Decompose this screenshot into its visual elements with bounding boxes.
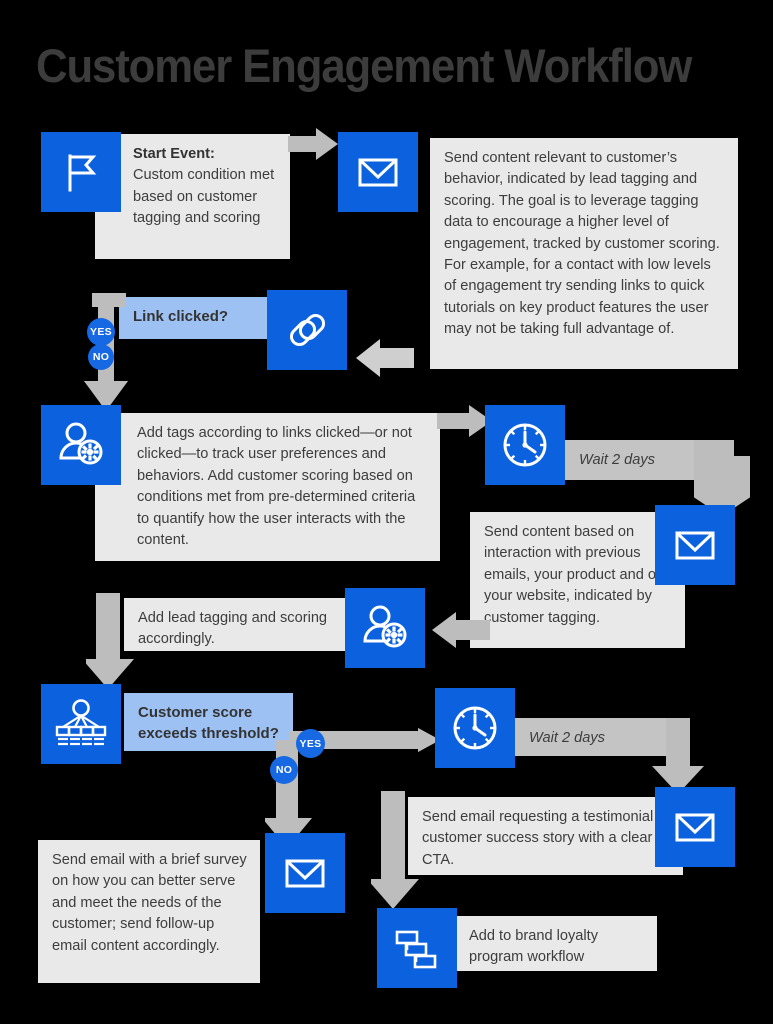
badge-no-link-clicked: NO [88,344,114,370]
brand-loyalty-text: Add to brand loyalty program workflow [455,916,657,971]
segmentation-icon [54,697,108,751]
wait-1-label: Wait 2 days [579,452,655,468]
workflow-diagram: Customer Engagement Workflow Start Event… [0,0,773,1024]
start-event-text: Start Event: Custom condition met based … [95,134,290,259]
clock-icon [499,419,551,471]
customer-score-label: Customer score exceeds threshold? [138,704,279,742]
arrow-email-to-link [356,339,414,377]
page-title: Customer Engagement Workflow [36,39,692,92]
send-content-interaction-body: Send content based on interaction with p… [484,524,665,626]
link-clicked-decision[interactable]: Link clicked? [119,297,270,339]
user-gear-icon [55,419,107,471]
badge-no-customer-score: NO [270,756,298,784]
send-content-interaction-text: Send content based on interaction with p… [470,512,685,648]
add-lead-tagging-text: Add lead tagging and scoring accordingly… [124,598,359,651]
user-gear-icon [359,602,411,654]
envelope-icon [670,520,720,570]
badge-yes-customer-score: YES [296,729,325,758]
start-event-heading: Start Event: [133,146,215,162]
send-content-behavior-text: Send content relevant to customer’s beha… [430,138,738,369]
send-survey-text: Send email with a brief survey on how yo… [38,840,260,983]
send-testimonial-icon-box[interactable] [655,787,735,867]
arrow-wait2-down [650,718,706,796]
flag-icon [57,148,105,196]
customer-score-icon-box[interactable] [41,684,121,764]
add-lead-tagging-icon-box[interactable] [345,588,425,668]
arrow-leadtag-down [86,593,138,691]
arrow-interaction-to-leadtag [432,612,490,648]
add-tags-icon-box[interactable] [41,405,121,485]
arrow-start-to-email [288,128,338,164]
send-content-interaction-icon-box[interactable] [655,505,735,585]
envelope-icon [280,848,330,898]
workflow-icon [392,923,442,973]
clock-icon [449,702,501,754]
wait-2-icon-box[interactable] [435,688,515,768]
send-survey-body: Send email with a brief survey on how yo… [52,852,247,954]
send-testimonial-text: Send email requesting a testimonial or c… [408,797,683,875]
link-icon [282,305,332,355]
link-clicked-icon-box[interactable] [267,290,347,370]
send-survey-icon-box[interactable] [265,833,345,913]
envelope-icon [670,802,720,852]
link-clicked-label: Link clicked? [133,308,229,325]
add-tags-body: Add tags according to links clicked—or n… [137,425,416,549]
wait-2-label: Wait 2 days [529,730,605,746]
start-event-icon-box[interactable] [41,132,121,212]
send-testimonial-body: Send email requesting a testimonial or c… [422,809,671,868]
arrow-addtags-to-wait1 [437,405,492,441]
arrow-testimonial-down [371,791,423,911]
badge-yes-link-clicked: YES [87,318,115,346]
envelope-icon [353,147,403,197]
wait-1-icon-box[interactable] [485,405,565,485]
brand-loyalty-icon-box[interactable] [377,908,457,988]
add-lead-tagging-body: Add lead tagging and scoring accordingly… [138,610,328,648]
brand-loyalty-body: Add to brand loyalty program workflow [469,928,598,966]
add-tags-text: Add tags according to links clicked—or n… [95,413,440,561]
start-event-body: Custom condition met based on customer t… [133,167,275,227]
send-content-behavior-icon-box[interactable] [338,132,418,212]
send-content-behavior-body: Send content relevant to customer’s beha… [444,150,720,338]
